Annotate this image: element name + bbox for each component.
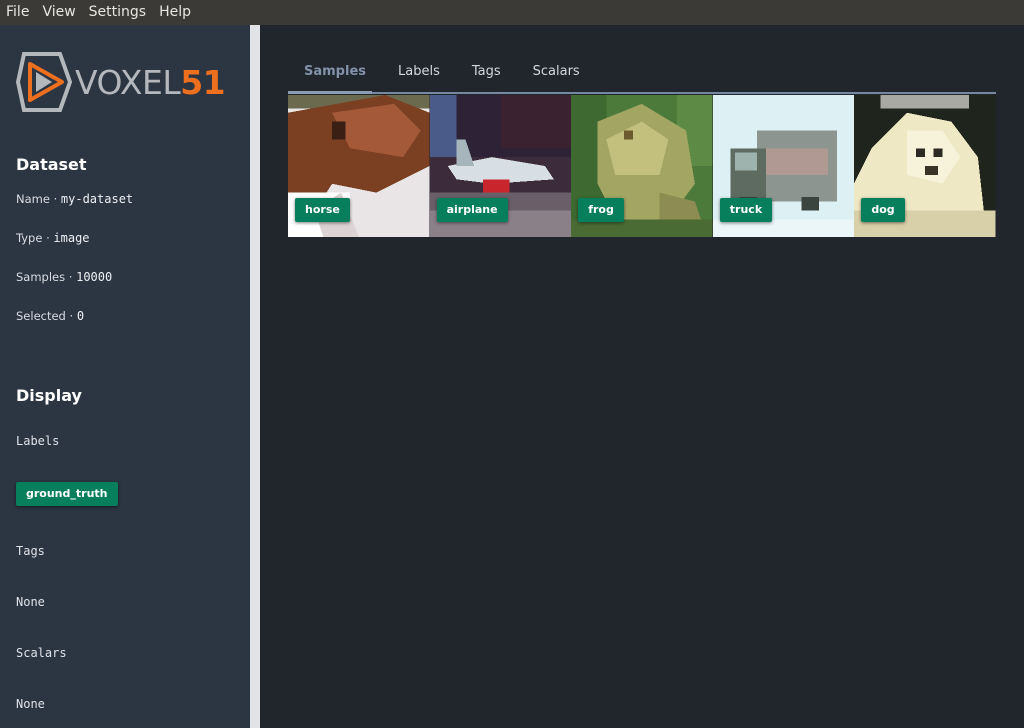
tabs-underline (288, 92, 996, 94)
dataset-samples-row: Samples · 10000 (16, 270, 113, 284)
sample-tile[interactable]: horse (288, 95, 430, 237)
voxel51-logo-icon (16, 52, 72, 112)
display-heading: Display (16, 386, 82, 405)
sample-label-chip: truck (719, 198, 773, 222)
dataset-selected-row: Selected · 0 (16, 309, 85, 323)
menu-help[interactable]: Help (159, 0, 191, 25)
sample-tile[interactable]: airplane (429, 95, 572, 237)
dataset-name-label: Name (16, 192, 50, 206)
tab-labels[interactable]: Labels (382, 60, 456, 94)
tab-scalars[interactable]: Scalars (517, 60, 596, 94)
main-tabs: Samples Labels Tags Scalars (288, 60, 596, 94)
tags-heading: Tags (16, 544, 45, 558)
tags-value: None (16, 595, 45, 609)
labels-heading: Labels (16, 434, 60, 448)
sample-label-chip: airplane (436, 198, 508, 222)
menu-view[interactable]: View (42, 0, 75, 25)
voxel51-logo: VOXEL51 (16, 52, 226, 112)
sample-grid: horse airplane frog truck dog (288, 95, 996, 237)
sample-label-chip: dog (861, 198, 905, 222)
tab-tags[interactable]: Tags (456, 60, 517, 94)
sample-tile[interactable]: frog (571, 95, 713, 237)
dataset-type-row: Type · image (16, 231, 90, 245)
dataset-samples-label: Samples (16, 270, 66, 284)
menu-bar: File View Settings Help (0, 0, 1024, 25)
sample-label-chip: horse (295, 198, 350, 222)
sidebar (0, 25, 250, 728)
active-tab-indicator (288, 91, 372, 94)
dataset-heading: Dataset (16, 155, 87, 174)
menu-file[interactable]: File (6, 0, 29, 25)
dataset-name-value: my-dataset (60, 192, 134, 206)
sample-tile[interactable]: dog (854, 95, 996, 237)
dataset-name-row: Name · my-dataset (16, 192, 134, 206)
label-field-chip-ground-truth[interactable]: ground_truth (16, 482, 118, 506)
logo-wordmark: VOXEL51 (75, 62, 226, 102)
scalars-heading: Scalars (16, 646, 67, 660)
menu-settings[interactable]: Settings (89, 0, 146, 25)
dataset-selected-value: 0 (76, 309, 85, 323)
sample-label-chip: frog (578, 198, 624, 222)
tab-samples[interactable]: Samples (288, 60, 382, 94)
sample-tile[interactable]: truck (712, 95, 855, 237)
dataset-selected-label: Selected (16, 309, 66, 323)
sidebar-divider[interactable] (250, 25, 260, 728)
dataset-type-label: Type (16, 231, 43, 245)
dataset-type-value: image (53, 231, 90, 245)
scalars-value: None (16, 697, 45, 711)
dataset-samples-value: 10000 (76, 270, 113, 284)
